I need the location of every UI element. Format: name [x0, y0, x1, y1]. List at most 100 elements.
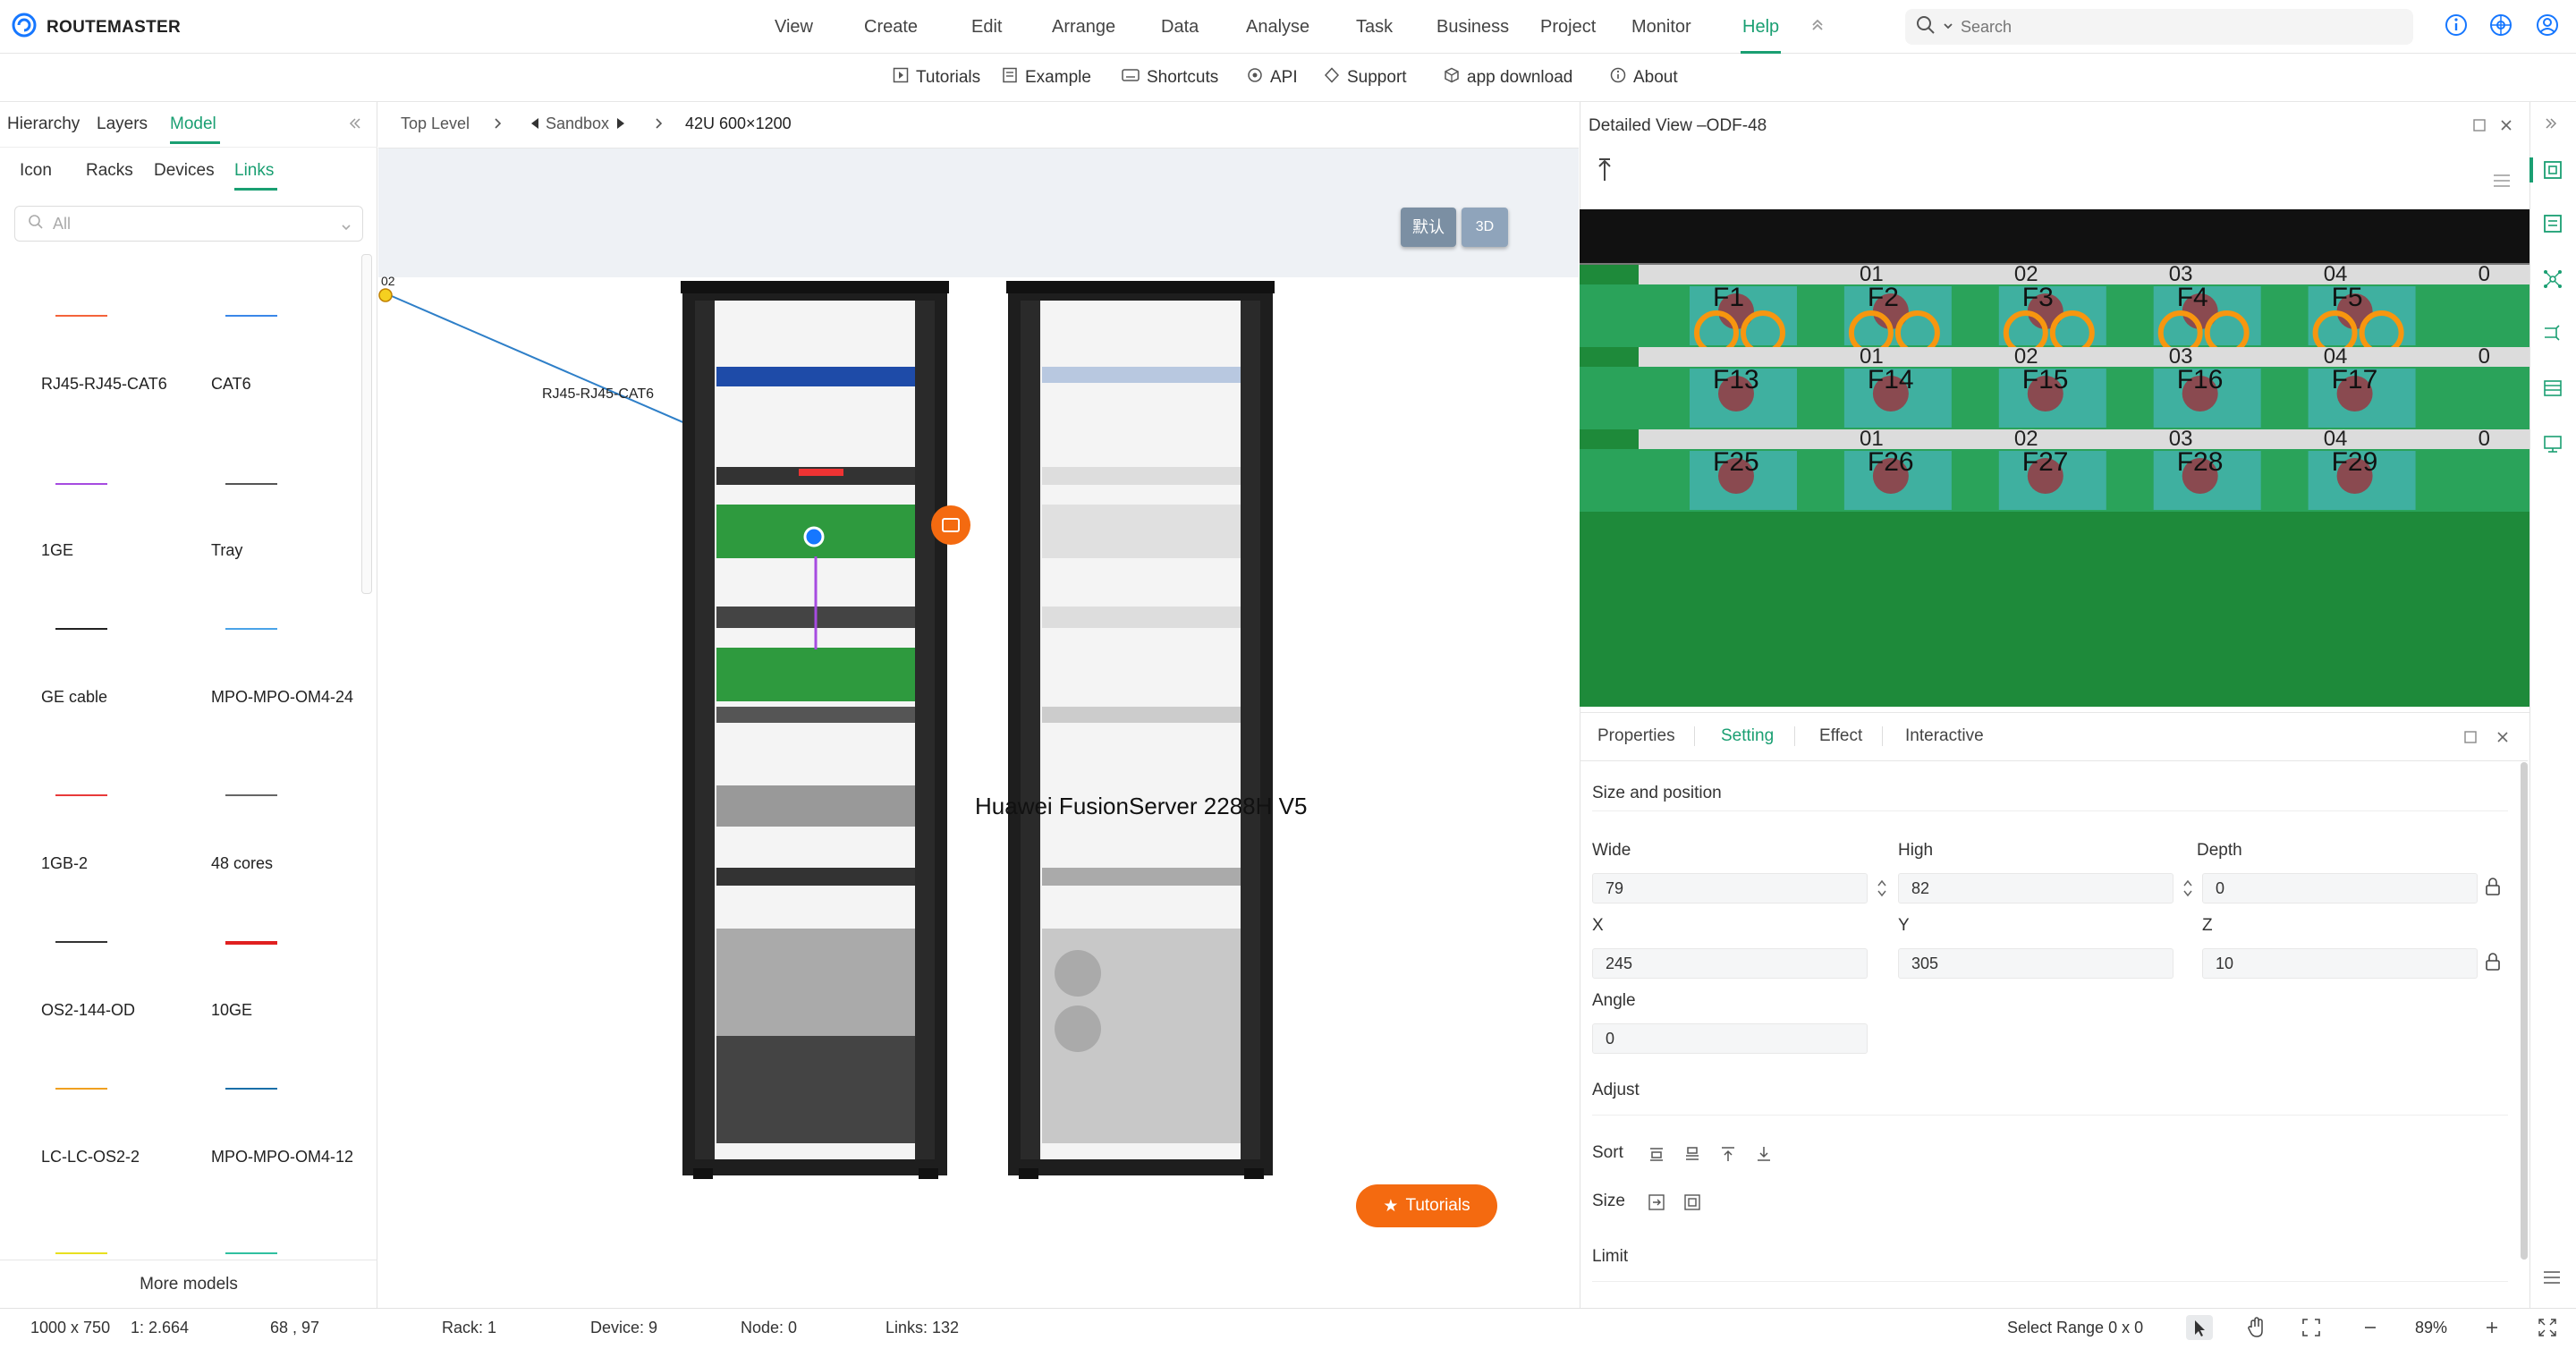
y-input[interactable]: 305: [1898, 948, 2174, 979]
subtab-racks[interactable]: Racks: [86, 161, 133, 181]
submenu-example[interactable]: Example: [1002, 54, 1091, 102]
link-label-2[interactable]: 1GE: [41, 540, 202, 560]
link-label-3[interactable]: Tray: [211, 540, 372, 560]
close-icon[interactable]: [2496, 730, 2510, 749]
submenu-api[interactable]: API: [1247, 54, 1298, 102]
bring-forward-icon[interactable]: [1648, 1145, 1665, 1167]
search-input[interactable]: [1961, 17, 2354, 37]
link-swatch-8[interactable]: [55, 941, 107, 943]
link-swatch-10[interactable]: [55, 1088, 107, 1090]
link-label-9[interactable]: 10GE: [211, 1000, 372, 1020]
link-label-7[interactable]: 48 cores: [211, 853, 372, 873]
user-avatar-icon[interactable]: [2535, 13, 2560, 42]
link-swatch-9[interactable]: [225, 941, 277, 945]
more-models-button[interactable]: More models: [0, 1260, 377, 1308]
subtab-devices[interactable]: Devices: [154, 161, 215, 181]
breadcrumb-top-level[interactable]: Top Level: [401, 115, 470, 133]
stepper-icon[interactable]: [1877, 878, 1887, 903]
z-input[interactable]: 10: [2202, 948, 2478, 979]
submenu-shortcuts[interactable]: Shortcuts: [1122, 54, 1218, 102]
menu-task[interactable]: Task: [1356, 0, 1393, 54]
tab-effect[interactable]: Effect: [1819, 726, 1862, 746]
link-label-11[interactable]: MPO-MPO-OM4-12: [211, 1147, 372, 1167]
hamburger-menu-icon[interactable]: [2542, 1268, 2562, 1291]
expand-right-chevron-icon[interactable]: [2544, 116, 2558, 135]
link-label-10[interactable]: LC-LC-OS2-2: [41, 1147, 202, 1167]
link-swatch-1[interactable]: [225, 315, 277, 317]
triangle-right-icon[interactable]: [615, 116, 626, 135]
close-icon[interactable]: [2499, 118, 2513, 137]
wide-input[interactable]: 79: [1592, 873, 1868, 904]
link-swatch-4[interactable]: [55, 628, 107, 630]
link-swatch-11[interactable]: [225, 1088, 277, 1090]
depth-input[interactable]: 0: [2202, 873, 2478, 904]
model-filter-select[interactable]: All: [14, 206, 363, 242]
submenu-app-download[interactable]: app download: [1444, 54, 1572, 102]
search-scope-chevron-down-icon[interactable]: [1943, 19, 1953, 35]
menu-business[interactable]: Business: [1436, 0, 1509, 54]
menu-data[interactable]: Data: [1161, 0, 1199, 54]
menu-monitor[interactable]: Monitor: [1631, 0, 1691, 54]
menu-arrange[interactable]: Arrange: [1052, 0, 1115, 54]
tab-setting[interactable]: Setting: [1721, 726, 1774, 746]
settings-network-icon[interactable]: [2488, 13, 2513, 42]
link-swatch-6[interactable]: [55, 794, 107, 796]
subtab-links[interactable]: Links: [234, 161, 274, 181]
send-to-back-icon[interactable]: [1755, 1145, 1773, 1167]
link-label-4[interactable]: GE cable: [41, 687, 202, 707]
menu-view[interactable]: View: [775, 0, 813, 54]
link-label-6[interactable]: 1GB-2: [41, 853, 202, 873]
menu-project[interactable]: Project: [1540, 0, 1596, 54]
link-label-5[interactable]: MPO-MPO-OM4-24: [211, 687, 372, 707]
route-icon[interactable]: [2542, 322, 2563, 348]
double-chevron-up-icon[interactable]: [1810, 16, 1825, 38]
send-backward-icon[interactable]: [1683, 1145, 1701, 1167]
triangle-left-icon[interactable]: [530, 116, 540, 135]
maximize-icon[interactable]: [2472, 118, 2487, 137]
fullscreen-icon[interactable]: [2537, 1317, 2558, 1343]
detail-view-icon[interactable]: [2542, 159, 2563, 185]
link-swatch-7[interactable]: [225, 794, 277, 796]
tab-hierarchy[interactable]: Hierarchy: [7, 115, 80, 134]
zoom-in-icon[interactable]: [2481, 1317, 2503, 1343]
search-box[interactable]: [1905, 9, 2413, 45]
stepper-icon[interactable]: [2182, 878, 2193, 903]
tab-properties[interactable]: Properties: [1597, 726, 1675, 746]
link-swatch-5[interactable]: [225, 628, 277, 630]
network-topology-icon[interactable]: [2542, 268, 2563, 294]
info-circle-icon[interactable]: [2444, 13, 2469, 42]
link-label-1[interactable]: CAT6: [211, 374, 372, 394]
menu-edit[interactable]: Edit: [971, 0, 1002, 54]
link-label-0[interactable]: RJ45-RJ45-CAT6: [41, 374, 202, 394]
tab-model[interactable]: Model: [170, 115, 216, 134]
subtab-icon[interactable]: Icon: [20, 161, 52, 181]
maximize-icon[interactable]: [2463, 730, 2478, 749]
tutorials-button[interactable]: ★ Tutorials: [1356, 1184, 1497, 1227]
pan-hand-icon[interactable]: [2245, 1315, 2268, 1345]
tab-layers[interactable]: Layers: [97, 115, 148, 134]
menu-help[interactable]: Help: [1741, 0, 1782, 54]
rack-scene[interactable]: [378, 148, 1579, 1179]
link-swatch-2[interactable]: [55, 483, 107, 485]
lock-icon[interactable]: [2485, 952, 2501, 976]
same-width-icon[interactable]: [1648, 1193, 1665, 1216]
lock-icon[interactable]: [2485, 877, 2501, 901]
upload-arrow-icon[interactable]: [1594, 157, 1615, 187]
properties-list-icon[interactable]: [2542, 213, 2563, 239]
link-swatch-3[interactable]: [225, 483, 277, 485]
list-settings-icon[interactable]: [2492, 172, 2512, 194]
submenu-support[interactable]: Support: [1324, 54, 1407, 102]
collapse-left-chevron-icon[interactable]: [347, 116, 361, 135]
high-input[interactable]: 82: [1898, 873, 2174, 904]
tab-interactive[interactable]: Interactive: [1905, 726, 1984, 746]
zoom-level[interactable]: 89%: [2415, 1319, 2447, 1337]
submenu-about[interactable]: About: [1610, 54, 1678, 102]
menu-analyse[interactable]: Analyse: [1246, 0, 1309, 54]
bring-to-front-icon[interactable]: [1719, 1145, 1737, 1167]
odf-port-view[interactable]: 01 02 03 04 0F1 F2 F3 F4 F501 02 03 04 0F13 F14 F15 F16…: [1580, 209, 2529, 707]
x-input[interactable]: 245: [1592, 948, 1868, 979]
select-tool-button[interactable]: [2186, 1315, 2213, 1340]
submenu-tutorials[interactable]: Tutorials: [893, 54, 980, 102]
table-icon[interactable]: [2542, 378, 2563, 403]
menu-create[interactable]: Create: [864, 0, 918, 54]
